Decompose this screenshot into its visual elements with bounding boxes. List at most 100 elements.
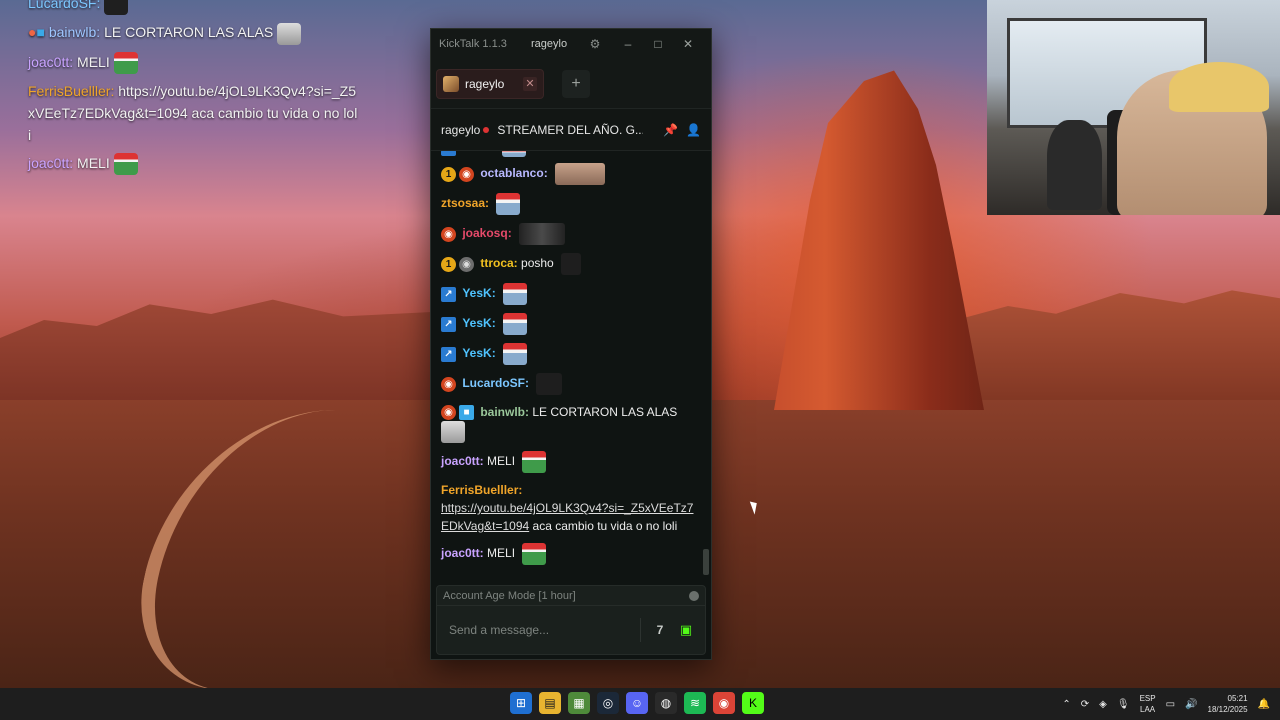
chat-message: ↗ YesK: bbox=[441, 283, 701, 305]
emote bbox=[536, 373, 563, 395]
username[interactable]: octablanco: bbox=[480, 166, 547, 180]
system-tray: ⌃ ⟳ ◈ 🎙 ESP LAA ▭ 🔊 05:21 18/12/2025 🔔 bbox=[1062, 688, 1270, 720]
microphone-icon[interactable]: 🎙 bbox=[1117, 699, 1130, 710]
emote bbox=[519, 223, 566, 245]
minimize-button[interactable]: – bbox=[613, 37, 643, 51]
overlay-line: joac0tt: MELI bbox=[28, 152, 358, 176]
wallpaper-ridge-left bbox=[0, 299, 440, 410]
notification-bell-icon[interactable]: 🔔 bbox=[1258, 699, 1270, 710]
language-indicator[interactable]: ESP LAA bbox=[1140, 693, 1156, 715]
close-button[interactable]: ✕ bbox=[673, 37, 703, 51]
tab-bar: rageylo ✕ + bbox=[431, 59, 711, 109]
live-dot-icon bbox=[483, 126, 490, 133]
discord-icon[interactable]: ☺ bbox=[626, 692, 648, 714]
badge-icon: ◉ bbox=[459, 256, 474, 272]
tab-label: rageylo bbox=[465, 76, 505, 91]
username[interactable]: joac0tt: bbox=[441, 454, 484, 468]
username[interactable]: FerrisBuelller: bbox=[441, 483, 522, 497]
overlay-username: joac0tt: bbox=[28, 154, 74, 171]
kicktalk-taskbar-icon[interactable]: K bbox=[742, 692, 764, 714]
input-row: 7 ▣ bbox=[437, 606, 705, 654]
7tv-emote-icon[interactable]: 7 bbox=[647, 623, 673, 637]
badge-icon bbox=[441, 151, 456, 156]
chat-message: ◉ joakosq: bbox=[441, 223, 701, 245]
overlay-line: FerrisBuelller: https://youtu.be/4jOL9LK… bbox=[28, 80, 358, 146]
webcam-person-background bbox=[1047, 120, 1102, 210]
network-icon[interactable]: ▭ bbox=[1166, 699, 1175, 710]
message-text: LE CORTARON LAS ALAS bbox=[532, 405, 678, 419]
title-channel: rageylo bbox=[531, 38, 568, 50]
maximize-button[interactable]: □ bbox=[643, 37, 673, 51]
message-text: MELI bbox=[487, 454, 516, 469]
app-title: KickTalk 1.1.3 bbox=[439, 38, 507, 50]
emote bbox=[503, 343, 528, 365]
chat-message: ↗ YesK: bbox=[441, 313, 701, 335]
wallpaper-ridge-right bbox=[960, 290, 1280, 410]
badge-icon: ◉ bbox=[459, 166, 474, 182]
chat-input-area: Account Age Mode [1 hour] 7 ▣ bbox=[436, 585, 706, 655]
overlay-line: joac0tt: MELI bbox=[28, 51, 358, 74]
chat-message: ◉ LucardoSF: bbox=[441, 373, 701, 395]
username[interactable]: YesK: bbox=[462, 286, 495, 300]
overlay-emote bbox=[277, 22, 302, 45]
subscriber-badge-icon: 1 bbox=[441, 166, 456, 182]
windows-start-icon[interactable]: ⊞ bbox=[510, 692, 532, 714]
pin-icon[interactable]: 📌 bbox=[663, 123, 678, 137]
taskbar: ⊞ ▤ ▦ ◎ ☺ ◍ ≋ ◉ K ⌃ ⟳ ◈ 🎙 ESP LAA ▭ 🔊 05… bbox=[0, 688, 1280, 720]
game-app-icon[interactable]: ▦ bbox=[568, 692, 590, 714]
clock[interactable]: 05:21 18/12/2025 bbox=[1208, 693, 1248, 715]
divider bbox=[640, 618, 641, 642]
username[interactable]: LucardoSF: bbox=[462, 376, 529, 390]
username[interactable]: bainwlb: bbox=[480, 405, 529, 419]
username[interactable]: ttroca: bbox=[480, 256, 517, 270]
info-icon[interactable] bbox=[689, 590, 699, 601]
webcam-feed bbox=[987, 0, 1280, 215]
subscriber-badge-icon: 1 bbox=[441, 256, 456, 272]
message-partial bbox=[441, 151, 701, 157]
emote bbox=[522, 543, 547, 565]
message-text: posho bbox=[521, 256, 554, 271]
username[interactable]: ztsosaa: bbox=[441, 196, 489, 210]
kick-emote-icon[interactable]: ▣ bbox=[673, 622, 699, 638]
spotify-icon[interactable]: ≋ bbox=[684, 692, 706, 714]
chat-message: 1 ◉ ttroca: posho bbox=[441, 253, 701, 275]
message-input[interactable] bbox=[443, 623, 634, 637]
user-icon[interactable]: 👤 bbox=[686, 123, 701, 137]
sync-icon[interactable]: ⟳ bbox=[1081, 699, 1089, 710]
emote bbox=[555, 163, 606, 185]
chat-message: ◉ ■ bainwlb: LE CORTARON LAS ALAS bbox=[441, 403, 701, 443]
message-list[interactable]: 1 ◉ octablanco: ztsosaa: ◉ joakosq: 1 ◉ tt… bbox=[431, 151, 711, 587]
cube-icon: ■ bbox=[459, 405, 474, 421]
username[interactable]: YesK: bbox=[462, 316, 495, 330]
chrome-icon[interactable]: ◉ bbox=[713, 692, 735, 714]
stream-overlay-chat: LucardoSF: ●■ bainwlb: LE CORTARON LAS A… bbox=[28, 0, 358, 181]
emote bbox=[503, 313, 528, 335]
overlay-username: bainwlb: bbox=[48, 24, 101, 41]
username[interactable]: YesK: bbox=[462, 346, 495, 360]
settings-gear-icon[interactable]: ⚙ bbox=[577, 37, 613, 51]
tray-chevron-up-icon[interactable]: ⌃ bbox=[1062, 699, 1070, 710]
emote bbox=[502, 151, 527, 157]
language-code: ESP bbox=[1139, 694, 1156, 703]
add-tab-button[interactable]: + bbox=[562, 69, 590, 98]
chat-mode-bar: Account Age Mode [1 hour] bbox=[437, 586, 705, 606]
defender-icon[interactable]: ◈ bbox=[1099, 699, 1107, 710]
username[interactable]: joakosq: bbox=[462, 226, 511, 240]
badge-icon: ↗ bbox=[441, 346, 456, 362]
file-explorer-icon[interactable]: ▤ bbox=[539, 692, 561, 714]
chat-message: ↗ YesK: bbox=[441, 343, 701, 365]
obs-icon[interactable]: ◍ bbox=[655, 692, 677, 714]
tab-rageylo[interactable]: rageylo ✕ bbox=[436, 68, 544, 99]
tab-close-icon[interactable]: ✕ bbox=[523, 76, 537, 91]
overlay-username: LucardoSF: bbox=[28, 0, 101, 11]
kicktalk-window[interactable]: KickTalk 1.1.3 rageylo ⚙ – □ ✕ rageylo ✕… bbox=[430, 28, 712, 660]
clock-date: 18/12/2025 bbox=[1207, 705, 1248, 714]
title-bar[interactable]: KickTalk 1.1.3 rageylo ⚙ – □ ✕ bbox=[431, 29, 711, 59]
username[interactable]: joac0tt: bbox=[441, 546, 484, 560]
overlay-emote bbox=[113, 153, 138, 176]
message-text: aca cambio tu vida o no loli bbox=[532, 519, 678, 533]
steam-icon[interactable]: ◎ bbox=[597, 692, 619, 714]
chat-scrollbar[interactable] bbox=[703, 549, 709, 575]
volume-icon[interactable]: 🔊 bbox=[1185, 699, 1197, 710]
badge-icon: ↗ bbox=[441, 316, 456, 332]
